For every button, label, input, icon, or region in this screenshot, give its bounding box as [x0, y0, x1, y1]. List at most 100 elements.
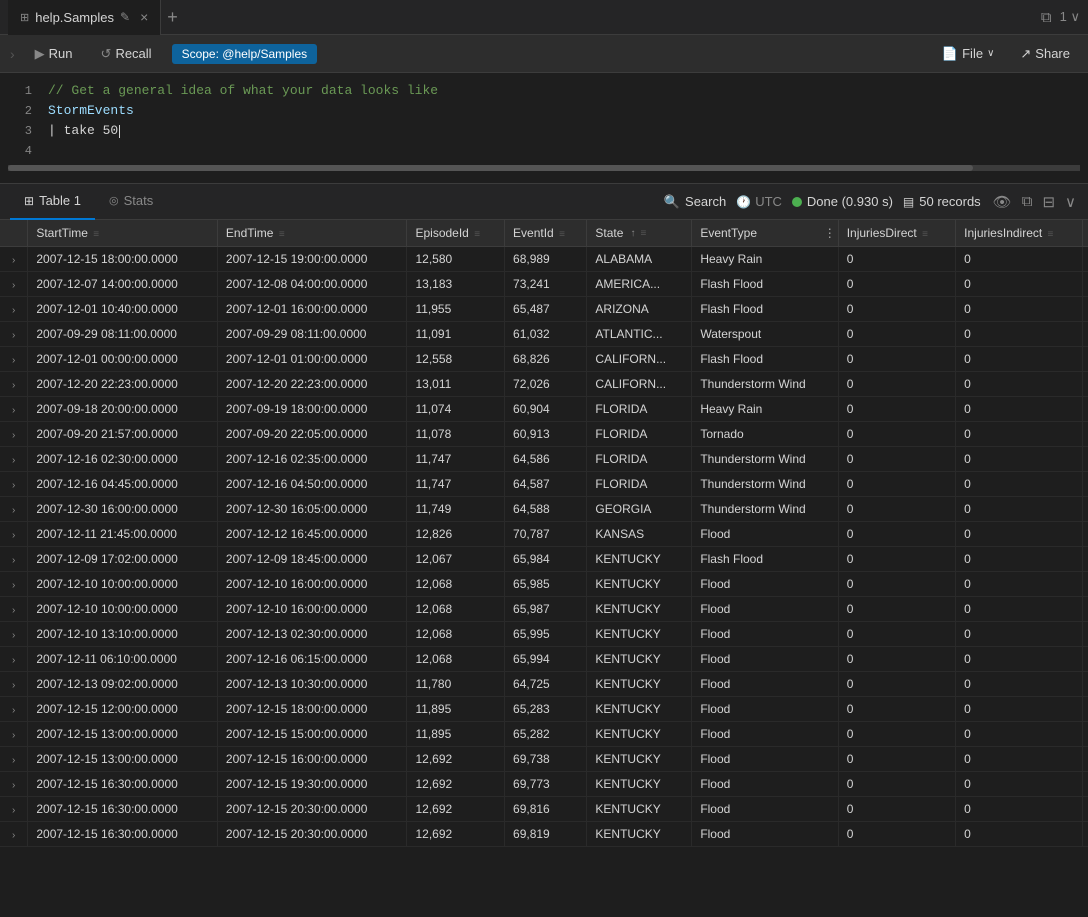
top-right-controls: ⧉ 1 ∨	[1041, 9, 1080, 26]
results-table: StartTime ≡ EndTime ≡ EpisodeId ≡ EventI…	[0, 220, 1088, 847]
eye-button[interactable]: 👁	[991, 191, 1014, 213]
expand-row-button[interactable]: ›	[8, 830, 19, 841]
expand-row-button[interactable]: ›	[8, 505, 19, 516]
run-icon: ▶	[35, 46, 45, 62]
expand-row-button[interactable]: ›	[8, 780, 19, 791]
cell-deathsdirect: 0	[1083, 247, 1088, 272]
cell-endtime: 2007-12-15 15:00:00.0000	[217, 722, 407, 747]
expand-row-button[interactable]: ›	[8, 630, 19, 641]
cell-injuriesdirect: 0	[838, 797, 955, 822]
expand-row-button[interactable]: ›	[8, 480, 19, 491]
col-menu-starttime: ≡	[93, 229, 99, 240]
share-icon: ↗	[1020, 46, 1031, 62]
share-button[interactable]: ↗ Share	[1012, 42, 1078, 66]
col-header-endtime[interactable]: EndTime ≡	[217, 220, 407, 247]
cell-starttime: 2007-12-13 09:02:00.0000	[28, 672, 218, 697]
col-header-eventtype[interactable]: EventType ⋮	[692, 220, 838, 247]
cell-episodeid: 11,895	[407, 697, 505, 722]
instance-count[interactable]: 1 ∨	[1060, 9, 1080, 25]
cell-injuriesdirect: 0	[838, 497, 955, 522]
search-button[interactable]: 🔍 Search	[664, 194, 726, 210]
tab-edit-icon[interactable]: ✎	[120, 10, 130, 24]
cell-deathsdirect: 0	[1083, 697, 1088, 722]
expand-row-button[interactable]: ›	[8, 730, 19, 741]
cell-state: KENTUCKY	[587, 722, 692, 747]
run-button[interactable]: ▶ Run	[27, 42, 81, 66]
editor-line-4: 4	[0, 141, 1088, 161]
recall-button[interactable]: ↺ Recall	[93, 42, 160, 66]
col-menu-eventtype[interactable]: ⋮	[824, 226, 836, 240]
nav-forward[interactable]: ›	[10, 46, 15, 62]
file-button[interactable]: 📄 File ∨	[934, 42, 1002, 66]
expand-row-button[interactable]: ›	[8, 280, 19, 291]
cell-episodeid: 11,747	[407, 447, 505, 472]
expand-results-button[interactable]: ∨	[1063, 191, 1078, 213]
table-row: ›2007-12-15 16:30:00.00002007-12-15 20:3…	[0, 822, 1088, 847]
cell-injuriesdirect: 0	[838, 547, 955, 572]
records-icon: ▤	[903, 195, 914, 209]
row-expand-cell: ›	[0, 722, 28, 747]
cell-eventid: 64,725	[505, 672, 587, 697]
cell-state: KENTUCKY	[587, 647, 692, 672]
expand-row-button[interactable]: ›	[8, 605, 19, 616]
col-header-deathsdirect[interactable]: DeathsDirect ≡	[1083, 220, 1088, 247]
utc-button[interactable]: 🕐 UTC	[736, 194, 782, 209]
layout-button[interactable]: ⊟	[1040, 191, 1057, 213]
col-header-injuriesindirect[interactable]: InjuriesIndirect ≡	[956, 220, 1083, 247]
row-expand-cell: ›	[0, 772, 28, 797]
expand-row-button[interactable]: ›	[8, 655, 19, 666]
cell-episodeid: 11,780	[407, 672, 505, 697]
expand-row-button[interactable]: ›	[8, 580, 19, 591]
cell-eventtype: Heavy Rain	[692, 247, 838, 272]
col-header-episodeid[interactable]: EpisodeId ≡	[407, 220, 505, 247]
expand-row-button[interactable]: ›	[8, 305, 19, 316]
cell-state: GEORGIA	[587, 497, 692, 522]
scope-badge[interactable]: Scope: @help/Samples	[172, 44, 318, 64]
code-identifier-2: StormEvents	[48, 101, 134, 121]
col-header-starttime[interactable]: StartTime ≡	[28, 220, 218, 247]
cell-injuriesdirect: 0	[838, 572, 955, 597]
col-header-eventid[interactable]: EventId ≡	[505, 220, 587, 247]
expand-row-button[interactable]: ›	[8, 330, 19, 341]
cell-deathsdirect: 0	[1083, 572, 1088, 597]
expand-row-button[interactable]: ›	[8, 530, 19, 541]
expand-row-button[interactable]: ›	[8, 405, 19, 416]
expand-row-button[interactable]: ›	[8, 555, 19, 566]
col-header-injuriesdirect[interactable]: InjuriesDirect ≡	[838, 220, 955, 247]
cell-episodeid: 12,692	[407, 772, 505, 797]
cell-starttime: 2007-12-15 16:30:00.0000	[28, 797, 218, 822]
tab-table[interactable]: ⊞ Table 1	[10, 184, 95, 220]
expand-row-button[interactable]: ›	[8, 705, 19, 716]
expand-row-button[interactable]: ›	[8, 430, 19, 441]
results-table-wrapper[interactable]: StartTime ≡ EndTime ≡ EpisodeId ≡ EventI…	[0, 220, 1088, 917]
tab-stats[interactable]: ◎ Stats	[95, 184, 167, 220]
code-editor[interactable]: 1 // Get a general idea of what your dat…	[0, 73, 1088, 184]
editor-scrollbar[interactable]	[8, 165, 1080, 171]
expand-row-button[interactable]: ›	[8, 805, 19, 816]
cell-injuriesdirect: 0	[838, 447, 955, 472]
search-icon: 🔍	[664, 194, 680, 210]
active-tab[interactable]: ⊞ help.Samples ✎ ×	[8, 0, 161, 35]
expand-row-button[interactable]: ›	[8, 255, 19, 266]
sort-asc-icon: ↑	[630, 228, 635, 239]
tab-close-button[interactable]: ×	[140, 9, 148, 25]
copy-results-button[interactable]: ⧉	[1020, 191, 1035, 213]
expand-row-button[interactable]: ›	[8, 380, 19, 391]
cell-endtime: 2007-12-10 16:00:00.0000	[217, 597, 407, 622]
expand-row-button[interactable]: ›	[8, 680, 19, 691]
expand-row-button[interactable]: ›	[8, 355, 19, 366]
col-header-state[interactable]: State ↑ ≡	[587, 220, 692, 247]
cell-deathsdirect: 0	[1083, 322, 1088, 347]
expand-row-button[interactable]: ›	[8, 455, 19, 466]
expand-row-button[interactable]: ›	[8, 755, 19, 766]
copy-icon[interactable]: ⧉	[1041, 9, 1052, 26]
cell-state: KENTUCKY	[587, 697, 692, 722]
row-expand-cell: ›	[0, 322, 28, 347]
cell-state: KANSAS	[587, 522, 692, 547]
new-tab-button[interactable]: +	[167, 7, 178, 28]
row-expand-cell: ›	[0, 372, 28, 397]
cell-injuriesdirect: 0	[838, 672, 955, 697]
cell-state: KENTUCKY	[587, 547, 692, 572]
col-menu-endtime: ≡	[279, 229, 285, 240]
cell-starttime: 2007-12-16 02:30:00.0000	[28, 447, 218, 472]
